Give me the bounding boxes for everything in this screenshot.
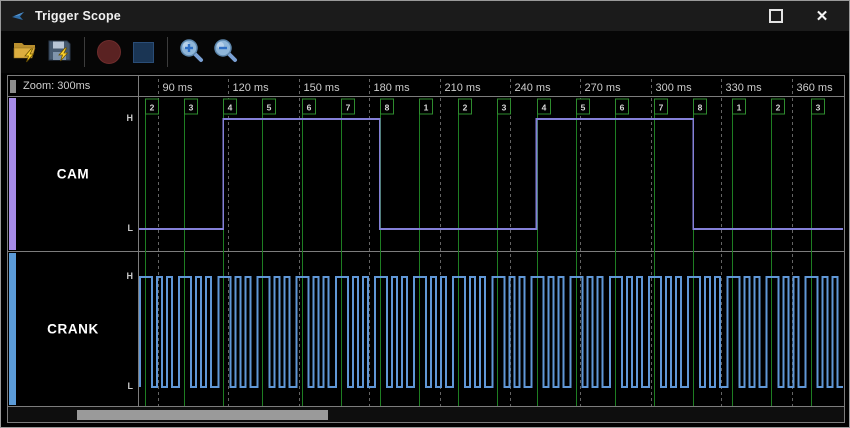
crank-label-cell: CRANK H L: [8, 252, 139, 406]
title-bar[interactable]: Trigger Scope ✕: [1, 1, 849, 31]
cam-color-stripe: [9, 98, 16, 250]
record-button[interactable]: [92, 34, 126, 70]
cam-label-cell: CAM H L: [8, 97, 139, 251]
stop-button[interactable]: [126, 34, 160, 70]
open-capture-button[interactable]: [9, 34, 43, 70]
stop-icon: [133, 42, 154, 63]
zoom-out-icon: [213, 38, 239, 67]
header-grip-icon: [10, 80, 16, 93]
zoom-in-icon: [179, 38, 205, 67]
toolbar: [1, 31, 849, 73]
zoom-level-cell: Zoom: 300ms: [8, 76, 139, 96]
scope-panel: Zoom: 300ms CAM H L CRANK H L 90 ms120 m…: [7, 75, 845, 423]
cam-low-label: L: [128, 223, 134, 233]
zoom-out-button[interactable]: [209, 34, 243, 70]
maximize-icon: [769, 9, 783, 23]
crank-high-label: H: [127, 271, 134, 281]
zoom-in-button[interactable]: [175, 34, 209, 70]
cam-channel-label: CAM: [18, 167, 128, 182]
zoom-level-label: Zoom: 300ms: [23, 80, 90, 92]
open-file-icon: [12, 39, 40, 66]
toolbar-separator: [84, 37, 85, 67]
save-capture-button[interactable]: [43, 34, 77, 70]
crank-low-label: L: [128, 381, 134, 391]
channel-row-cam: CAM H L: [8, 97, 844, 251]
time-axis-header: [139, 76, 844, 96]
close-button[interactable]: ✕: [809, 5, 835, 27]
scrollbar-thumb[interactable]: [77, 410, 328, 420]
window-controls: ✕: [763, 5, 839, 27]
maximize-button[interactable]: [763, 5, 789, 27]
close-icon: ✕: [816, 9, 829, 24]
crank-channel-label: CRANK: [18, 322, 128, 337]
channel-row-crank: CRANK H L: [8, 251, 844, 406]
timeline-header: Zoom: 300ms: [8, 76, 844, 97]
cam-high-label: H: [127, 113, 134, 123]
crank-color-stripe: [9, 253, 16, 405]
toolbar-separator: [167, 37, 168, 67]
trigger-scope-window: Trigger Scope ✕: [0, 0, 850, 428]
save-file-icon: [47, 39, 73, 66]
app-icon: [11, 10, 27, 22]
horizontal-scrollbar[interactable]: [8, 406, 844, 422]
record-icon: [97, 40, 121, 64]
window-title: Trigger Scope: [35, 9, 121, 23]
